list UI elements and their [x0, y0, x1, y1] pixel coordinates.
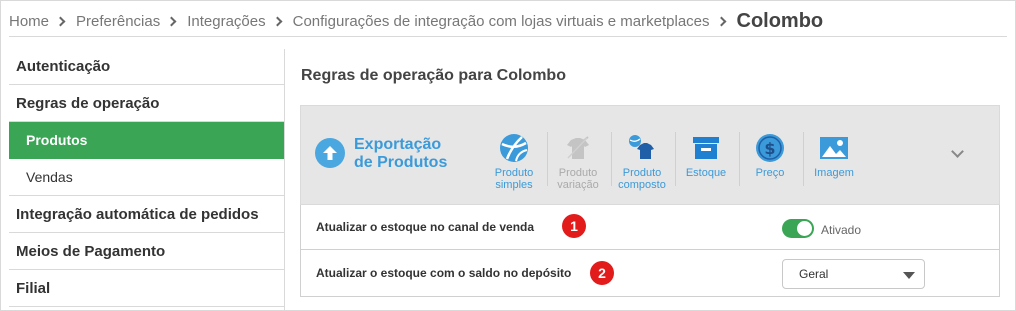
settings-panel: Atualizar o estoque no canal de venda 1 … [300, 205, 1000, 297]
breadcrumb: Home Preferências Integrações Configuraç… [9, 7, 1007, 37]
setting-row-update-stock: Atualizar o estoque no canal de venda 1 … [301, 205, 999, 250]
sidebar-item-meios-de-pagamento[interactable]: Meios de Pagamento [9, 233, 284, 270]
setting-label: Atualizar o estoque no canal de venda [316, 220, 535, 234]
ball-icon [497, 132, 531, 164]
composite-product-icon [625, 132, 659, 164]
export-products-button[interactable]: Exportação de Produtos [315, 136, 464, 172]
step-badge: 2 [590, 261, 614, 285]
produto-variacao-label: Produto [558, 167, 598, 179]
divider [803, 132, 804, 186]
page-title: Regras de operação para Colombo [301, 67, 566, 84]
breadcrumb-preferencias[interactable]: Preferências [76, 13, 160, 30]
update-stock-toggle[interactable] [782, 219, 814, 238]
sidebar: Autenticação Regras de operação Produtos… [9, 49, 285, 311]
toggle-status-label: Ativado [821, 223, 862, 237]
sidebar-item-vendas[interactable]: Vendas [9, 159, 284, 196]
produto-composto-button[interactable]: Produto composto [614, 132, 670, 196]
breadcrumb-configuracoes[interactable]: Configurações de integração com lojas vi… [293, 13, 710, 30]
dollar-icon: $ [753, 132, 787, 164]
sidebar-item-integracao-automatica[interactable]: Integração automática de pedidos [9, 196, 284, 233]
produto-composto-label: Produto [622, 167, 662, 179]
imagem-button[interactable]: Imagem [806, 132, 862, 196]
preco-label: Preço [755, 167, 785, 179]
chevron-right-icon [55, 16, 66, 27]
imagem-label: Imagem [814, 167, 854, 179]
sidebar-item-autenticacao[interactable]: Autenticação [9, 49, 284, 85]
export-products-label: Exportação de Produtos [354, 136, 448, 171]
export-toolbar: Exportação de Produtos Produto simples P… [300, 105, 1000, 205]
chevron-right-icon [166, 16, 177, 27]
divider [739, 132, 740, 186]
setting-row-stock-balance: Atualizar o estoque com o saldo no depós… [301, 250, 999, 296]
setting-label: Atualizar o estoque com o saldo no depós… [316, 266, 572, 280]
estoque-button[interactable]: Estoque [678, 132, 734, 196]
shirt-variation-icon [561, 132, 595, 164]
image-icon [817, 132, 851, 164]
toggle-knob [797, 221, 812, 236]
produto-variacao-button[interactable]: Produto variação [550, 132, 606, 196]
divider [611, 132, 612, 186]
preco-button[interactable]: $ Preço [742, 132, 798, 196]
sidebar-item-regras-de-operacao[interactable]: Regras de operação [9, 85, 284, 122]
sidebar-item-produtos[interactable]: Produtos [9, 122, 284, 159]
chevron-right-icon [716, 16, 726, 27]
breadcrumb-current: Colombo [736, 10, 824, 32]
breadcrumb-integracoes[interactable]: Integrações [187, 13, 265, 30]
caret-down-icon [903, 272, 915, 279]
svg-text:$: $ [764, 139, 775, 158]
step-badge: 1 [562, 214, 586, 238]
produto-simples-button[interactable]: Produto simples [486, 132, 542, 196]
deposit-select-value: Geral [799, 267, 829, 281]
arrow-up-icon [315, 138, 345, 168]
produto-simples-label: Produto [494, 167, 534, 179]
estoque-label: Estoque [685, 167, 727, 179]
box-icon [689, 132, 723, 164]
sidebar-item-filial[interactable]: Filial [9, 270, 284, 307]
chevron-down-icon[interactable] [951, 145, 964, 158]
divider [547, 132, 548, 186]
chevron-right-icon [272, 16, 283, 27]
divider [675, 132, 676, 186]
breadcrumb-home[interactable]: Home [9, 13, 49, 30]
deposit-select[interactable]: Geral [782, 259, 925, 289]
